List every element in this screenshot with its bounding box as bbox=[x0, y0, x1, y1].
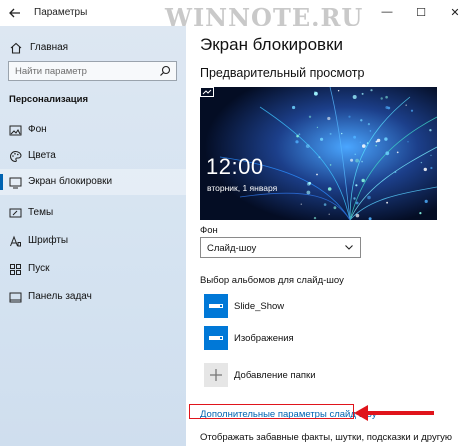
highlight-box bbox=[189, 404, 354, 419]
back-button[interactable] bbox=[4, 2, 26, 24]
minimize-button[interactable]: — bbox=[370, 0, 404, 24]
sidebar-item-lock-screen[interactable]: Экран блокировки bbox=[0, 169, 186, 195]
maximize-icon: ☐ bbox=[416, 6, 426, 19]
album-item[interactable]: Изображения bbox=[204, 326, 404, 354]
sidebar-item-start[interactable]: Пуск bbox=[0, 256, 186, 282]
home-icon bbox=[10, 42, 22, 54]
sidebar-item-label: Фон bbox=[28, 124, 47, 135]
album-name: Slide_Show bbox=[234, 301, 285, 312]
palette-icon bbox=[10, 150, 22, 163]
chevron-down-icon bbox=[345, 245, 353, 250]
lock-screen-preview: 12:00 вторник, 1 января bbox=[200, 87, 437, 220]
title-bar: Параметры WINNOTE.RU — ☐ ✕ bbox=[0, 0, 474, 32]
search-icon[interactable] bbox=[159, 65, 171, 77]
sidebar-item-label: Темы bbox=[28, 207, 54, 218]
sidebar-item-label: Пуск bbox=[28, 263, 50, 274]
font-icon bbox=[10, 235, 21, 247]
sidebar-item-label: Цвета bbox=[28, 150, 56, 161]
sidebar-item-themes[interactable]: Темы bbox=[0, 200, 186, 226]
search-input[interactable] bbox=[9, 65, 147, 77]
sidebar-item-fonts[interactable]: Шрифты bbox=[0, 228, 186, 254]
sidebar-item-background[interactable]: Фон bbox=[0, 117, 186, 143]
album-name: Изображения bbox=[234, 333, 294, 344]
background-label: Фон bbox=[200, 225, 218, 236]
page-title: Экран блокировки bbox=[200, 35, 344, 54]
preview-date: вторник, 1 января bbox=[207, 183, 278, 193]
maximize-button[interactable]: ☐ bbox=[404, 0, 438, 24]
window-title: Параметры bbox=[34, 7, 88, 18]
close-icon: ✕ bbox=[450, 6, 460, 19]
sidebar-item-label: Панель задач bbox=[28, 291, 92, 302]
start-icon bbox=[10, 264, 21, 275]
sidebar-item-label: Главная bbox=[30, 42, 69, 53]
red-arrow-icon bbox=[354, 405, 434, 421]
section-title: Персонализация bbox=[9, 94, 89, 105]
picture-icon bbox=[9, 125, 22, 136]
background-dropdown[interactable]: Слайд-шоу bbox=[200, 237, 361, 258]
search-box[interactable] bbox=[8, 61, 177, 81]
albums-label: Выбор альбомов для слайд-шоу bbox=[200, 275, 344, 286]
album-item[interactable]: Slide_Show bbox=[204, 294, 404, 322]
sidebar-item-home[interactable]: Главная bbox=[0, 36, 186, 60]
add-folder-button[interactable]: Добавление папки bbox=[204, 363, 404, 391]
preview-heading: Предварительный просмотр bbox=[200, 66, 365, 80]
main-content: Экран блокировки Предварительный просмот… bbox=[186, 26, 474, 446]
fun-facts-text: Отображать забавные факты, шутки, подска… bbox=[200, 432, 453, 443]
sidebar-item-taskbar[interactable]: Панель задач bbox=[0, 284, 186, 310]
preview-time: 12:00 bbox=[206, 154, 264, 179]
back-arrow-icon bbox=[9, 8, 20, 18]
brush-icon bbox=[9, 208, 22, 218]
plus-icon bbox=[204, 363, 228, 387]
folder-icon bbox=[204, 326, 228, 350]
sidebar-item-colors[interactable]: Цвета bbox=[0, 143, 186, 169]
close-button[interactable]: ✕ bbox=[438, 0, 472, 24]
add-folder-label: Добавление папки bbox=[234, 370, 316, 381]
folder-icon bbox=[204, 294, 228, 318]
sidebar-item-label: Экран блокировки bbox=[28, 176, 113, 187]
slideshow-badge-icon bbox=[200, 87, 214, 97]
lock-screen-icon bbox=[9, 177, 22, 189]
sidebar-item-label: Шрифты bbox=[28, 235, 69, 246]
taskbar-icon bbox=[9, 292, 22, 303]
minimize-icon: — bbox=[381, 6, 393, 18]
background-dropdown-value: Слайд-шоу bbox=[207, 243, 257, 254]
sidebar: Главная Персонализация Фон Цвета Экран б… bbox=[0, 26, 186, 446]
